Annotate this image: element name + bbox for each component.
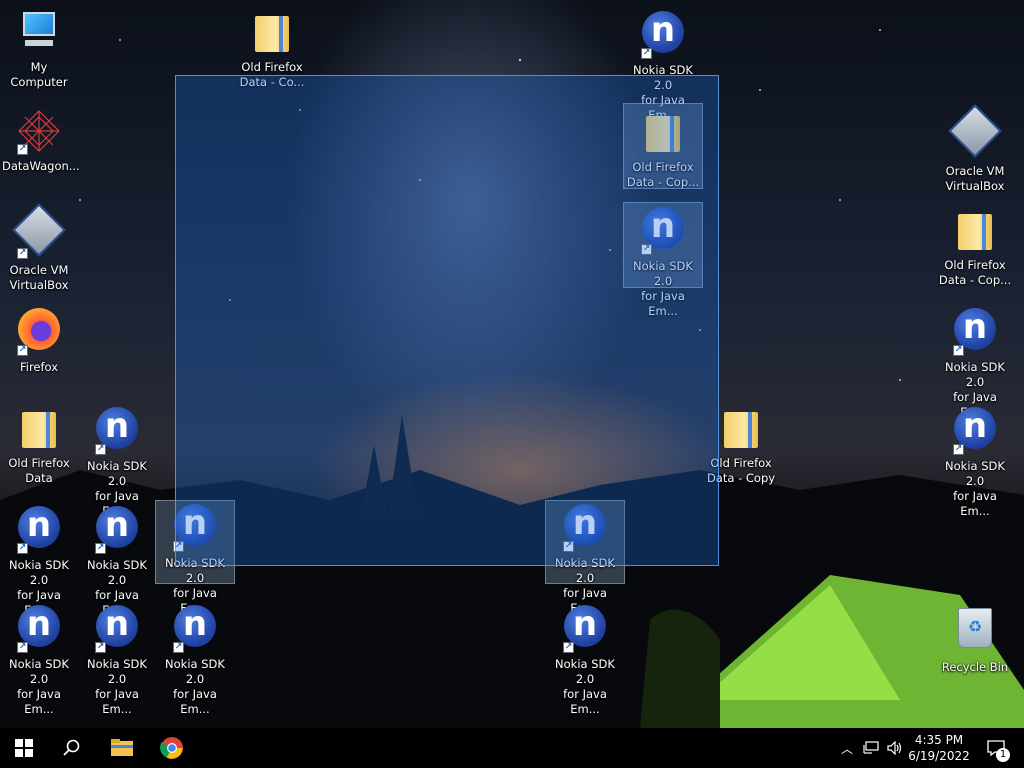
firefox-icon <box>18 308 60 350</box>
desktop-icon-old-firefox-data-copy-right[interactable]: Old Firefox Data - Cop... <box>936 206 1014 288</box>
shortcut-arrow-icon: ↗ <box>17 144 28 155</box>
nokia-sdk-icon: n <box>96 506 138 548</box>
taskbar: ︿ 4:35 PM 6/19/2022 1 <box>0 728 1024 768</box>
clock[interactable]: 4:35 PM 6/19/2022 <box>906 732 972 764</box>
action-center-button[interactable]: 1 <box>978 728 1014 768</box>
clock-time: 4:35 PM <box>914 733 964 747</box>
show-hidden-icons-button[interactable]: ︿ <box>838 728 856 768</box>
shortcut-arrow-icon: ↗ <box>95 543 106 554</box>
volume-button[interactable] <box>884 728 906 768</box>
icon-label: My Computer <box>10 60 68 89</box>
shortcut-arrow-icon: ↗ <box>17 248 28 259</box>
clock-date: 6/19/2022 <box>908 749 970 763</box>
windows-start-icon <box>15 739 33 757</box>
icon-label: DataWagon... <box>2 159 80 173</box>
desktop-icon-nokia-sdk[interactable]: n↗ Nokia SDK 2.0 for Java Em... <box>78 404 156 519</box>
desktop-icon-my-computer[interactable]: My Computer <box>0 8 78 90</box>
shortcut-arrow-icon: ↗ <box>95 444 106 455</box>
desktop-icon-nokia-sdk[interactable]: n↗ Nokia SDK 2.0 for Java Em... <box>78 503 156 618</box>
icon-label: Old Firefox Data <box>8 456 70 485</box>
folder-icon <box>724 412 758 448</box>
desktop-icon-nokia-sdk[interactable]: n↗ Nokia SDK 2.0 for Java Em... <box>936 404 1014 519</box>
desktop-icon-datawagon[interactable]: ↗ DataWagon... <box>0 107 80 174</box>
speaker-icon <box>887 741 902 755</box>
desktop-icon-nokia-sdk[interactable]: n↗ Nokia SDK 2.0 for Java Em... <box>0 602 78 717</box>
search-button[interactable] <box>48 728 96 768</box>
desktop-icon-oracle-vm-left[interactable]: ↗ Oracle VM VirtualBox <box>0 203 78 293</box>
icon-label: Nokia SDK 2.0 for Java Em... <box>9 657 69 716</box>
shortcut-arrow-icon: ↗ <box>641 48 652 59</box>
nokia-sdk-icon: n <box>642 11 684 53</box>
folder-icon <box>22 412 56 448</box>
nokia-sdk-icon: n <box>954 308 996 350</box>
shortcut-arrow-icon: ↗ <box>953 444 964 455</box>
notification-count-badge: 1 <box>996 748 1010 762</box>
desktop-icon-old-firefox-data[interactable]: Old Firefox Data <box>0 404 78 486</box>
shortcut-arrow-icon: ↗ <box>563 642 574 653</box>
desktop[interactable]: My Computer ↗ DataWagon... ↗ Oracle VM V… <box>0 0 1024 728</box>
chrome-button[interactable] <box>148 728 196 768</box>
shortcut-arrow-icon: ↗ <box>953 345 964 356</box>
shortcut-arrow-icon: ↗ <box>17 345 28 356</box>
icon-label: Oracle VM VirtualBox <box>9 263 69 292</box>
icon-label: Firefox <box>19 360 59 374</box>
file-explorer-icon <box>111 739 133 756</box>
desktop-icon-recycle-bin[interactable]: Recycle Bin <box>936 602 1014 675</box>
nokia-sdk-icon: n <box>564 605 606 647</box>
search-icon <box>63 739 80 756</box>
desktop-icon-nokia-sdk[interactable]: n↗ Nokia SDK 2.0 for Java Em... <box>156 602 234 717</box>
desktop-icon-nokia-sdk[interactable]: n↗ Nokia SDK 2.0 for Java Em... <box>546 602 624 717</box>
virtualbox-icon <box>948 104 1002 158</box>
network-icon <box>863 741 879 754</box>
desktop-icon-nokia-sdk[interactable]: n↗ Nokia SDK 2.0 for Java Em... <box>936 305 1014 420</box>
nokia-sdk-icon: n <box>18 605 60 647</box>
icon-label: Recycle Bin <box>941 660 1009 674</box>
folder-icon <box>255 16 289 52</box>
icon-label: Nokia SDK 2.0 for Java Em... <box>87 657 147 716</box>
folder-icon <box>958 214 992 250</box>
nokia-sdk-icon: n <box>954 407 996 449</box>
shortcut-arrow-icon: ↗ <box>95 642 106 653</box>
nokia-sdk-icon: n <box>96 605 138 647</box>
desktop-icon-firefox[interactable]: ↗ Firefox <box>0 305 78 375</box>
chevron-up-icon: ︿ <box>840 741 853 756</box>
shortcut-arrow-icon: ↗ <box>17 543 28 554</box>
file-explorer-button[interactable] <box>98 728 146 768</box>
shortcut-arrow-icon: ↗ <box>173 642 184 653</box>
nokia-sdk-icon: n <box>174 605 216 647</box>
network-button[interactable] <box>860 728 882 768</box>
nokia-sdk-icon: n <box>18 506 60 548</box>
icon-label: Old Firefox Data - Cop... <box>938 258 1012 287</box>
icon-label: Nokia SDK 2.0 for Java Em... <box>165 657 225 716</box>
drag-selection-rectangle <box>175 75 719 566</box>
icon-label: Nokia SDK 2.0 for Java Em... <box>945 459 1005 518</box>
chrome-icon <box>160 737 183 759</box>
desktop-icon-oracle-vm-right[interactable]: Oracle VM VirtualBox <box>936 104 1014 194</box>
start-button[interactable] <box>0 728 48 768</box>
icon-label: Nokia SDK 2.0 for Java Em... <box>555 657 615 716</box>
computer-icon <box>15 8 63 56</box>
desktop-icon-nokia-sdk[interactable]: n↗ Nokia SDK 2.0 for Java Em... <box>78 602 156 717</box>
shortcut-arrow-icon: ↗ <box>17 642 28 653</box>
desktop-icon-nokia-sdk[interactable]: n↗ Nokia SDK 2.0 for Java Em... <box>0 503 78 618</box>
recycle-bin-icon <box>958 608 992 648</box>
icon-label: Oracle VM VirtualBox <box>945 164 1005 193</box>
nokia-sdk-icon: n <box>96 407 138 449</box>
